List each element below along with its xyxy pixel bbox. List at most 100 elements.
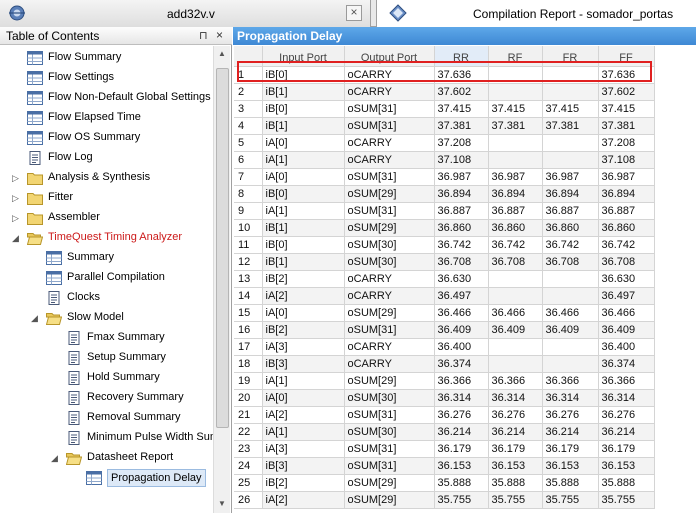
document-icon (66, 411, 82, 425)
table-row[interactable]: 5 iA[0] oCARRY 37.208 37.208 (234, 134, 655, 152)
column-header[interactable]: Input Port (262, 46, 345, 67)
table-cell: oSUM[29] (344, 474, 435, 492)
column-header[interactable]: FF (598, 46, 655, 67)
table-row[interactable]: 14 iA[2] oCARRY 36.497 36.497 (234, 287, 655, 305)
toc-item[interactable]: Minimum Pulse Width Summary (0, 428, 213, 448)
toc-item-label: Flow Settings (48, 71, 115, 83)
scroll-down-icon[interactable]: ▼ (216, 498, 228, 510)
column-header[interactable]: RR (434, 46, 489, 67)
table-row[interactable]: 2 iB[1] oCARRY 37.602 37.602 (234, 83, 655, 101)
toc-item[interactable]: Flow Non-Default Global Settings (0, 88, 213, 108)
table-row[interactable]: 23 iA[3] oSUM[31] 36.179 36.179 36.179 36.179 (234, 440, 655, 458)
table-cell (488, 134, 543, 152)
toc-item[interactable]: Recovery Summary (0, 388, 213, 408)
table-cell: 36.630 (434, 270, 489, 288)
table-cell: iA[2] (262, 287, 345, 305)
row-number: 3 (234, 100, 263, 118)
table-row[interactable]: 17 iA[3] oCARRY 36.400 36.400 (234, 338, 655, 356)
table-cell: 36.860 (488, 219, 543, 237)
expand-arrow-icon[interactable]: ▷ (12, 193, 20, 203)
table-row[interactable]: 24 iB[3] oSUM[31] 36.153 36.153 36.153 36.153 (234, 457, 655, 475)
toc-item[interactable]: ▷ Analysis & Synthesis (0, 168, 213, 188)
row-number: 12 (234, 253, 263, 271)
toc-item-label: Propagation Delay (107, 469, 206, 487)
collapse-arrow-icon[interactable]: ◢ (12, 233, 20, 243)
table-cell: iA[0] (262, 304, 345, 322)
table-cell: 37.415 (488, 100, 543, 118)
toc-item[interactable]: Fmax Summary (0, 328, 213, 348)
toc-item[interactable]: Clocks (0, 288, 213, 308)
scroll-up-icon[interactable]: ▲ (216, 48, 228, 60)
table-row[interactable]: 1 iB[0] oCARRY 37.636 37.636 (234, 66, 655, 84)
table-cell: 36.987 (542, 168, 599, 186)
table-cell: 36.400 (598, 338, 655, 356)
table-cell (542, 355, 599, 373)
toc-item[interactable]: Flow Summary (0, 48, 213, 68)
table-row[interactable]: 6 iA[1] oCARRY 37.108 37.108 (234, 151, 655, 169)
tab-add32v[interactable]: add32v.v × (0, 0, 371, 27)
table-row[interactable]: 25 iB[2] oSUM[29] 35.888 35.888 35.888 35.888 (234, 474, 655, 492)
table-row[interactable]: 11 iB[0] oSUM[30] 36.742 36.742 36.742 36.742 (234, 236, 655, 254)
scrollbar-thumb[interactable] (216, 68, 229, 428)
table-row[interactable]: 20 iA[0] oSUM[30] 36.314 36.314 36.314 36.314 (234, 389, 655, 407)
toc-item-label: Fmax Summary (87, 331, 165, 343)
pin-icon[interactable]: ⊓ (199, 29, 208, 42)
toc-item-label: Summary (67, 251, 115, 263)
table-row[interactable]: 12 iB[1] oSUM[30] 36.708 36.708 36.708 36.708 (234, 253, 655, 271)
table-cell (488, 83, 543, 101)
table-cell: 37.381 (434, 117, 489, 135)
table-row[interactable]: 8 iB[0] oSUM[29] 36.894 36.894 36.894 36.894 (234, 185, 655, 203)
table-cell: 36.497 (598, 287, 655, 305)
table-cell: 36.987 (434, 168, 489, 186)
collapse-arrow-icon[interactable]: ◢ (51, 453, 59, 463)
close-icon[interactable]: × (216, 28, 223, 42)
toc-item[interactable]: ▷ Assembler (0, 208, 213, 228)
table-row[interactable]: 19 iA[1] oSUM[29] 36.366 36.366 36.366 36.366 (234, 372, 655, 390)
table-row[interactable]: 22 iA[1] oSUM[30] 36.214 36.214 36.214 36.214 (234, 423, 655, 441)
toc-item[interactable]: Flow Log (0, 148, 213, 168)
toc-item[interactable]: Removal Summary (0, 408, 213, 428)
toc-item[interactable]: ▷ Fitter (0, 188, 213, 208)
collapse-arrow-icon[interactable]: ◢ (31, 313, 39, 323)
row-number: 18 (234, 355, 263, 373)
table-row[interactable]: 9 iA[1] oSUM[31] 36.887 36.887 36.887 36.887 (234, 202, 655, 220)
table-row[interactable]: 26 iA[2] oSUM[29] 35.755 35.755 35.755 35.755 (234, 491, 655, 509)
close-icon[interactable]: × (346, 5, 362, 21)
table-cell: iA[1] (262, 372, 345, 390)
toc-item[interactable]: Flow Settings (0, 68, 213, 88)
expand-arrow-icon[interactable]: ▷ (12, 213, 20, 223)
table-row[interactable]: 3 iB[0] oSUM[31] 37.415 37.415 37.415 37.415 (234, 100, 655, 118)
folder-icon (27, 211, 43, 225)
toc-item[interactable]: Flow Elapsed Time (0, 108, 213, 128)
toc-item[interactable]: Setup Summary (0, 348, 213, 368)
table-cell: oCARRY (344, 338, 435, 356)
table-cell: 36.894 (434, 185, 489, 203)
table-row[interactable]: 13 iB[2] oCARRY 36.630 36.630 (234, 270, 655, 288)
table-cell: 36.630 (598, 270, 655, 288)
toc-item[interactable]: ◢ Slow Model (0, 308, 213, 328)
table-row[interactable]: 18 iB[3] oCARRY 36.374 36.374 (234, 355, 655, 373)
toc-item[interactable]: Flow OS Summary (0, 128, 213, 148)
toc-item[interactable]: Parallel Compilation (0, 268, 213, 288)
table-row[interactable]: 15 iA[0] oSUM[29] 36.466 36.466 36.466 36.466 (234, 304, 655, 322)
table-cell: 36.708 (542, 253, 599, 271)
row-number-header[interactable] (234, 46, 263, 67)
toc-item[interactable]: Hold Summary (0, 368, 213, 388)
table-row[interactable]: 10 iB[1] oSUM[29] 36.860 36.860 36.860 36.860 (234, 219, 655, 237)
table-row[interactable]: 21 iA[2] oSUM[31] 36.276 36.276 36.276 36.276 (234, 406, 655, 424)
column-header[interactable]: RF (488, 46, 543, 67)
toc-item-label: TimeQuest Timing Analyzer (48, 231, 183, 243)
toc-item[interactable]: Propagation Delay (0, 468, 213, 488)
table-row[interactable]: 16 iB[2] oSUM[31] 36.409 36.409 36.409 36.409 (234, 321, 655, 339)
toc-scrollbar[interactable]: ▲ ▼ (213, 46, 230, 513)
column-header[interactable]: FR (542, 46, 599, 67)
table-row[interactable]: 7 iA[0] oSUM[31] 36.987 36.987 36.987 36.987 (234, 168, 655, 186)
table-row[interactable]: 4 iB[1] oSUM[31] 37.381 37.381 37.381 37.381 (234, 117, 655, 135)
tab-compilation-report[interactable]: Compilation Report - somador_portas (376, 0, 696, 27)
expand-arrow-icon[interactable]: ▷ (12, 173, 20, 183)
table-icon (27, 131, 43, 145)
column-header[interactable]: Output Port (344, 46, 435, 67)
toc-item[interactable]: ◢ Datasheet Report (0, 448, 213, 468)
toc-item[interactable]: Summary (0, 248, 213, 268)
toc-item[interactable]: ◢ TimeQuest Timing Analyzer (0, 228, 213, 248)
